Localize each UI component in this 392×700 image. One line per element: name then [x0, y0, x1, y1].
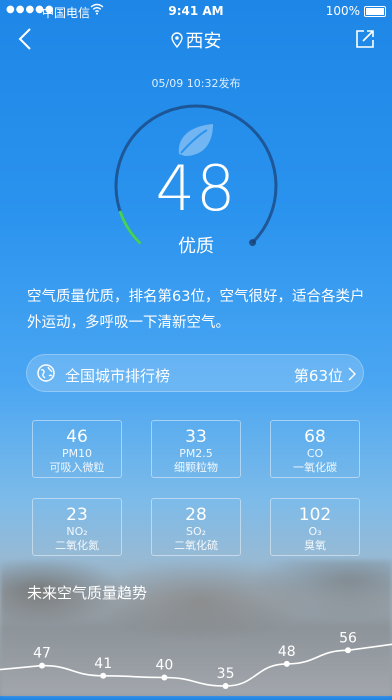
pollutant-card-no2[interactable]: 23 NO₂ 二氧化氮 — [32, 498, 122, 556]
pollutant-value: 68 — [304, 427, 326, 447]
city-selector[interactable]: 西安 — [0, 27, 392, 53]
pollutant-desc: 一氧化碳 — [293, 461, 337, 474]
trend-value-label: 41 — [94, 656, 112, 672]
city-name: 西安 — [185, 31, 222, 52]
battery-percent: 100% — [325, 4, 360, 18]
pollutant-name: SO₂ — [185, 525, 207, 538]
trend-line — [0, 643, 392, 687]
trend-value-label: 56 — [339, 630, 357, 646]
aqi-trend-chart: 47 41 40 35 48 56 — [0, 620, 392, 696]
trend-point — [100, 672, 107, 679]
trend-point — [39, 662, 45, 669]
pollutant-name: O₃ — [308, 525, 322, 538]
pollutant-desc: 细颗粒物 — [174, 461, 218, 474]
pollutant-card-pm25[interactable]: 33 PM2.5 细颗粒物 — [151, 420, 241, 478]
trend-value-label: 47 — [33, 646, 51, 662]
trend-title: 未来空气质量趋势 — [27, 584, 148, 602]
aqi-value: 48 — [155, 152, 237, 225]
national-ranking-button[interactable]: 全国城市排行榜 第63位 — [26, 354, 364, 392]
publish-time: 05/09 10:32发布 — [151, 77, 241, 90]
trend-point — [283, 660, 290, 667]
pollutant-desc: 二氧化氮 — [55, 539, 99, 552]
trend-point — [222, 683, 229, 689]
chevron-right-icon — [347, 366, 357, 382]
pollutant-name: CO — [306, 447, 324, 460]
trend-value-label: 48 — [278, 644, 296, 660]
location-pin-icon — [170, 31, 183, 53]
air-quality-description: 空气质量优质，排名第63位，空气很好，适合各类户外运动，多呼吸一下清新空气。 — [27, 289, 365, 331]
pollutant-desc: 臭氧 — [304, 539, 326, 552]
share-icon — [356, 30, 374, 48]
pollutant-desc: 二氧化硫 — [174, 539, 218, 552]
pollutant-value: 102 — [298, 505, 332, 525]
pollutant-card-so2[interactable]: 28 SO₂ 二氧化硫 — [151, 498, 241, 556]
globe-icon — [37, 364, 55, 382]
pollutant-name: NO₂ — [66, 525, 88, 538]
pollutant-value: 46 — [66, 427, 88, 447]
trend-value-label: 35 — [217, 666, 235, 682]
share-button[interactable] — [354, 28, 376, 50]
status-bar: ●●●●● 中国电信 9:41 AM 100% — [0, 0, 392, 22]
pollutant-value: 28 — [185, 505, 207, 525]
pollutant-name: PM10 — [61, 447, 93, 460]
aqi-level: 优质 — [178, 236, 214, 257]
trend-value-label: 40 — [155, 658, 173, 674]
trend-point — [161, 674, 168, 681]
pollutant-desc: 可吸入微粒 — [49, 461, 105, 474]
pollutant-name: PM2.5 — [179, 447, 213, 460]
pollutant-card-o3[interactable]: 102 O₃ 臭氧 — [270, 498, 360, 556]
nav-bar: 西安 — [0, 22, 392, 56]
trend-point — [345, 647, 351, 654]
ranking-value: 第63位 — [293, 367, 343, 385]
pollutant-card-pm10[interactable]: 46 PM10 可吸入微粒 — [32, 420, 122, 478]
pollutant-value: 33 — [185, 427, 207, 447]
pollutant-value: 23 — [66, 505, 88, 525]
ranking-label: 全国城市排行榜 — [65, 367, 171, 385]
battery-icon — [364, 6, 386, 17]
pollutant-card-co[interactable]: 68 CO 一氧化碳 — [270, 420, 360, 478]
